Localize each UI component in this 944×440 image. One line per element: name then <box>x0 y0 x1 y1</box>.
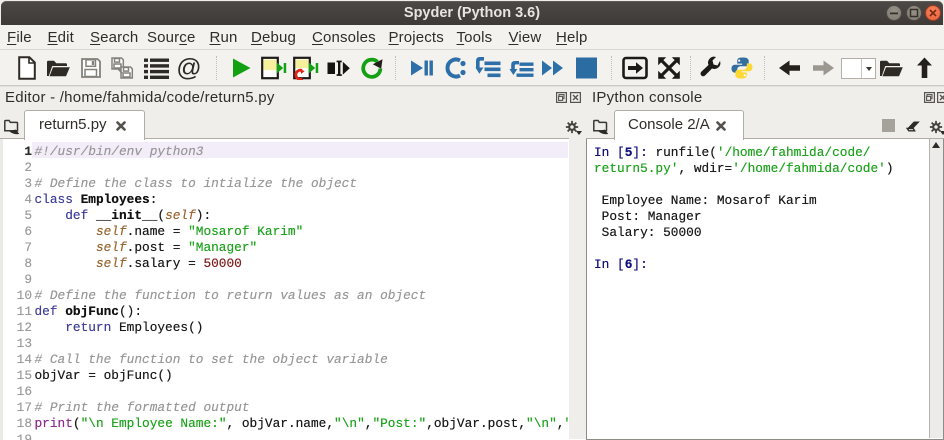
svg-text:@: @ <box>176 56 201 82</box>
